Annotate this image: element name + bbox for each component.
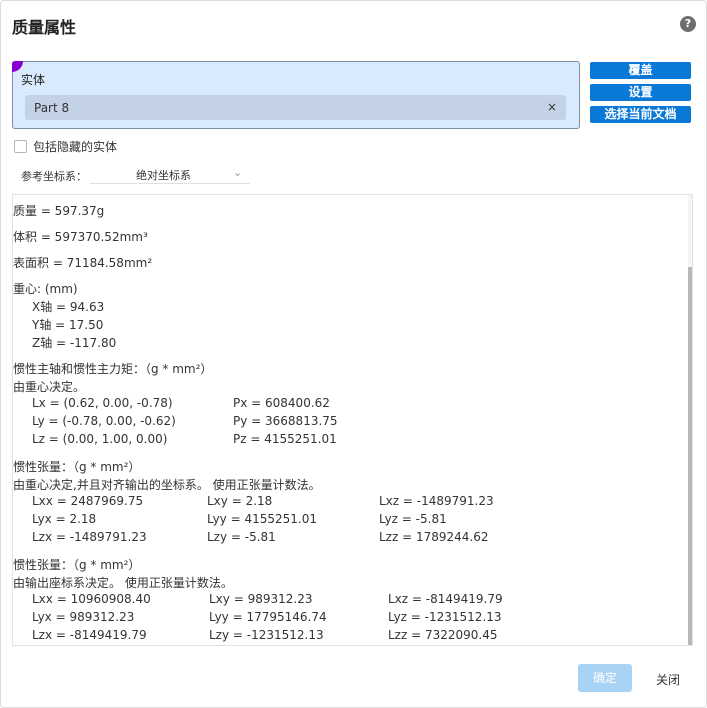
- close-button[interactable]: 关闭: [656, 671, 680, 688]
- principal-pz: Pz = 4155251.01: [233, 432, 337, 446]
- mass-value: 质量 = 597.37g: [13, 204, 105, 218]
- chip-label: Part 8: [34, 101, 70, 115]
- selected-entity-chip[interactable]: Part 8 ×: [25, 95, 566, 120]
- tensor2-note: 由输出座标系决定。 使用正张量计数法。: [13, 576, 233, 590]
- include-hidden-checkbox[interactable]: [14, 140, 27, 153]
- principal-px: Px = 608400.62: [233, 396, 330, 410]
- select-current-document-button[interactable]: 选择当前文档: [590, 106, 691, 123]
- include-hidden-label: 包括隐藏的实体: [33, 140, 118, 154]
- center-z: Z轴 = -117.80: [32, 336, 117, 350]
- scrollbar-thumb[interactable]: [688, 267, 692, 645]
- settings-button[interactable]: 设置: [590, 84, 691, 101]
- tensor2-cell: Lxz = -8149419.79: [388, 592, 503, 606]
- entity-selection-box[interactable]: 实体 Part 8 ×: [12, 61, 580, 129]
- tensor1-cell: Lzy = -5.81: [207, 530, 276, 544]
- principal-lx: Lx = (0.62, 0.00, -0.78): [32, 396, 173, 410]
- ref-coord-value: 绝对坐标系: [136, 169, 191, 182]
- remove-chip-icon[interactable]: ×: [547, 100, 557, 114]
- surface-area-value: 表面积 = 71184.58mm²: [13, 256, 153, 270]
- tensor1-header: 惯性张量：（g * mm²）: [13, 460, 141, 474]
- principal-ly: Ly = (-0.78, 0.00, -0.62): [32, 414, 176, 428]
- tensor1-cell: Lxy = 2.18: [207, 494, 273, 508]
- tensor1-cell: Lxz = -1489791.23: [379, 494, 494, 508]
- results-scrollbar[interactable]: [688, 195, 692, 645]
- tensor1-cell: Lzx = -1489791.23: [32, 530, 147, 544]
- tensor2-cell: Lyx = 989312.23: [32, 610, 135, 624]
- ref-coord-select[interactable]: 绝对坐标系 ⌄: [90, 164, 250, 184]
- tensor2-cell: Lzy = -1231512.13: [209, 628, 324, 642]
- tensor1-cell: Lxx = 2487969.75: [32, 494, 144, 508]
- tensor2-cell: Lxy = 989312.23: [209, 592, 313, 606]
- volume-value: 体积 = 597370.52mm³: [13, 230, 148, 244]
- cover-button[interactable]: 覆盖: [590, 62, 691, 79]
- principal-py: Py = 3668813.75: [233, 414, 338, 428]
- principal-header: 惯性主轴和惯性主力矩：（g * mm²）: [13, 362, 213, 376]
- chevron-down-icon: ⌄: [233, 166, 243, 179]
- ref-coord-label: 参考坐标系：: [21, 170, 87, 183]
- center-y: Y轴 = 17.50: [32, 318, 104, 332]
- mass-properties-dialog: 质量属性 ? 实体 Part 8 × 覆盖 设置 选择当前文档 包括隐藏的实体 …: [0, 0, 707, 708]
- principal-lz: Lz = (0.00, 1.00, 0.00): [32, 432, 168, 446]
- tensor2-cell: Lzz = 7322090.45: [388, 628, 498, 642]
- tensor1-note: 由重心决定,并且对齐输出的坐标系。 使用正张量计数法。: [13, 478, 321, 492]
- help-icon[interactable]: ?: [680, 16, 696, 32]
- tensor2-header: 惯性张量：（g * mm²）: [13, 558, 141, 572]
- principal-note: 由重心决定。: [13, 380, 86, 394]
- tensor2-cell: Lyy = 17795146.74: [209, 610, 327, 624]
- include-hidden-row[interactable]: 包括隐藏的实体: [14, 138, 117, 155]
- center-x: X轴 = 94.63: [32, 300, 105, 314]
- tensor1-cell: Lyy = 4155251.01: [207, 512, 317, 526]
- tensor1-cell: Lzz = 1789244.62: [379, 530, 489, 544]
- results-panel: 质量 = 597.37g 体积 = 597370.52mm³ 表面积 = 711…: [12, 194, 693, 646]
- dialog-title: 质量属性: [12, 18, 77, 37]
- center-header: 重心: (mm): [13, 282, 78, 296]
- tensor2-cell: Lxx = 10960908.40: [32, 592, 151, 606]
- tensor2-cell: Lzx = -8149419.79: [32, 628, 147, 642]
- tensor2-cell: Lyz = -1231512.13: [388, 610, 502, 624]
- tensor1-cell: Lyz = -5.81: [379, 512, 447, 526]
- tensor1-cell: Lyx = 2.18: [32, 512, 97, 526]
- ok-button[interactable]: 确定: [578, 664, 632, 692]
- selection-label: 实体: [21, 73, 46, 87]
